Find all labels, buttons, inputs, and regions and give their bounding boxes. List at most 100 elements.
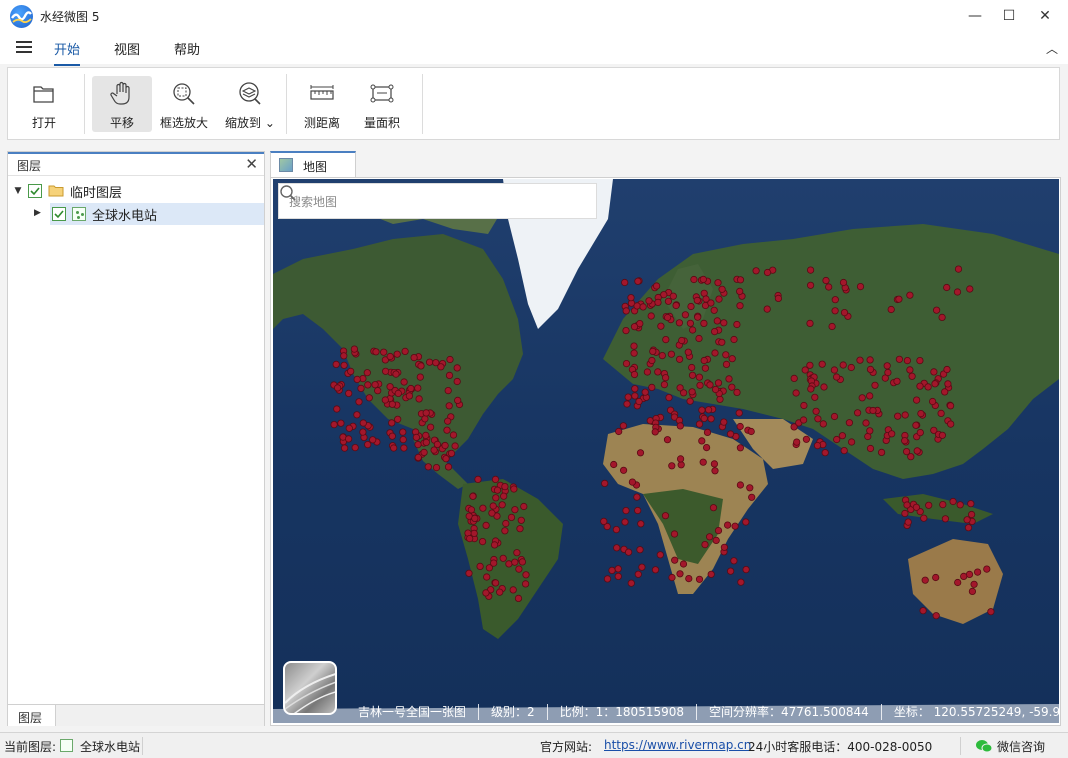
hydropower-station-marker[interactable] [353,411,361,419]
hydropower-station-marker[interactable] [355,398,363,406]
hydropower-station-marker[interactable] [801,366,809,374]
hydropower-station-marker[interactable] [517,516,525,524]
hydropower-station-marker[interactable] [399,435,407,444]
hydropower-station-marker[interactable] [392,370,400,378]
hydropower-station-marker[interactable] [421,415,429,423]
hydropower-station-marker[interactable] [752,267,760,275]
hydropower-station-marker[interactable] [441,441,449,450]
hydropower-station-marker[interactable] [663,313,672,322]
hydropower-station-marker[interactable] [432,463,441,472]
hydropower-station-marker[interactable] [720,418,728,426]
hydropower-station-marker[interactable] [332,360,340,368]
hydropower-station-marker[interactable] [444,387,452,395]
hydropower-station-marker[interactable] [453,364,461,372]
hydropower-station-marker[interactable] [340,361,348,369]
hydropower-station-marker[interactable] [491,475,500,483]
hydropower-station-marker[interactable] [930,368,938,376]
website-link[interactable]: https://www.rivermap.cn [604,738,751,752]
hydropower-station-marker[interactable] [711,385,720,394]
measure-distance-button[interactable]: 测距离 [300,76,344,132]
hydropower-station-marker[interactable] [707,570,715,578]
hydropower-station-marker[interactable] [340,352,348,360]
hydropower-station-marker[interactable] [414,453,422,461]
hydropower-station-marker[interactable] [351,443,359,452]
zoom-to-button[interactable]: 缩放到 ⌄ [222,76,278,132]
hydropower-station-marker[interactable] [610,460,618,469]
hydropower-station-marker[interactable] [669,292,677,300]
hydropower-station-marker[interactable] [633,302,641,310]
hydropower-station-marker[interactable] [906,291,914,299]
dropdown-chevron-icon[interactable]: ⌄ [265,116,275,130]
hydropower-station-marker[interactable] [333,405,341,413]
hydropower-station-marker[interactable] [399,428,407,436]
hydropower-station-marker[interactable] [681,311,689,319]
hydropower-station-marker[interactable] [365,394,373,402]
hydropower-station-marker[interactable] [832,373,841,381]
hydropower-station-marker[interactable] [736,276,745,284]
maximize-button[interactable]: ☐ [992,0,1026,32]
hydropower-station-marker[interactable] [502,519,510,528]
hydropower-station-marker[interactable] [954,265,963,273]
hydropower-station-marker[interactable] [856,356,864,364]
hydropower-station-marker[interactable] [499,554,507,562]
hydropower-station-marker[interactable] [614,565,622,573]
hydropower-station-marker[interactable] [401,347,409,355]
hydropower-station-marker[interactable] [442,455,450,463]
hydropower-station-marker[interactable] [628,478,636,486]
hydropower-station-marker[interactable] [446,355,454,364]
wechat-consult-button[interactable]: 微信咨询 [997,738,1045,755]
hydropower-station-marker[interactable] [380,348,388,356]
hydropower-station-marker[interactable] [907,453,915,461]
hydropower-station-marker[interactable] [715,295,723,303]
hydropower-station-marker[interactable] [932,573,940,582]
hydropower-station-marker[interactable] [622,506,630,515]
hydropower-station-marker[interactable] [799,416,808,424]
hydropower-station-marker[interactable] [330,421,338,429]
hydropower-station-marker[interactable] [718,285,726,293]
hydropower-station-marker[interactable] [636,546,644,554]
hydropower-station-marker[interactable] [661,374,670,382]
hydropower-station-marker[interactable] [733,388,741,396]
hydropower-station-marker[interactable] [917,410,925,418]
layer-panel-tab[interactable]: 图层 [8,704,56,726]
hydropower-station-marker[interactable] [658,352,666,360]
hydropower-station-marker[interactable] [731,522,739,530]
hydropower-station-marker[interactable] [722,351,730,359]
hydropower-station-marker[interactable] [716,395,724,403]
hydropower-station-marker[interactable] [793,438,801,446]
hydropower-station-marker[interactable] [600,517,608,525]
hydropower-station-marker[interactable] [614,572,622,580]
hydropower-station-marker[interactable] [912,396,921,404]
hydropower-station-marker[interactable] [906,366,914,374]
hydropower-station-marker[interactable] [736,302,744,310]
hydropower-station-marker[interactable] [928,397,937,406]
hydropower-station-marker[interactable] [430,446,438,454]
hydropower-station-marker[interactable] [831,307,839,315]
hydropower-station-marker[interactable] [412,433,420,441]
hydropower-station-marker[interactable] [482,521,490,529]
hydropower-station-marker[interactable] [701,364,709,372]
hydropower-station-marker[interactable] [359,428,367,436]
hydropower-station-marker[interactable] [688,326,697,334]
close-button[interactable]: ✕ [1028,0,1062,32]
hydropower-station-marker[interactable] [840,446,848,455]
hydropower-station-marker[interactable] [736,481,744,489]
hydropower-station-marker[interactable] [904,518,912,526]
hydropower-station-marker[interactable] [916,429,924,437]
hydropower-station-marker[interactable] [710,328,719,336]
hydropower-station-marker[interactable] [924,383,932,391]
hydropower-station-marker[interactable] [386,352,394,361]
tab-view[interactable]: 视图 [114,39,140,64]
hydropower-station-marker[interactable] [677,461,685,469]
hydropower-station-marker[interactable] [636,449,645,457]
hydropower-station-marker[interactable] [498,501,506,509]
hydropower-station-marker[interactable] [931,380,939,388]
hydropower-station-marker[interactable] [814,415,822,423]
hydropower-station-marker[interactable] [912,503,921,511]
hydropower-station-marker[interactable] [634,506,642,515]
hydropower-station-marker[interactable] [382,367,390,375]
hydropower-station-marker[interactable] [422,409,430,417]
hydropower-station-marker[interactable] [908,372,916,380]
hydropower-station-marker[interactable] [622,307,630,315]
hydropower-station-marker[interactable] [615,427,623,436]
